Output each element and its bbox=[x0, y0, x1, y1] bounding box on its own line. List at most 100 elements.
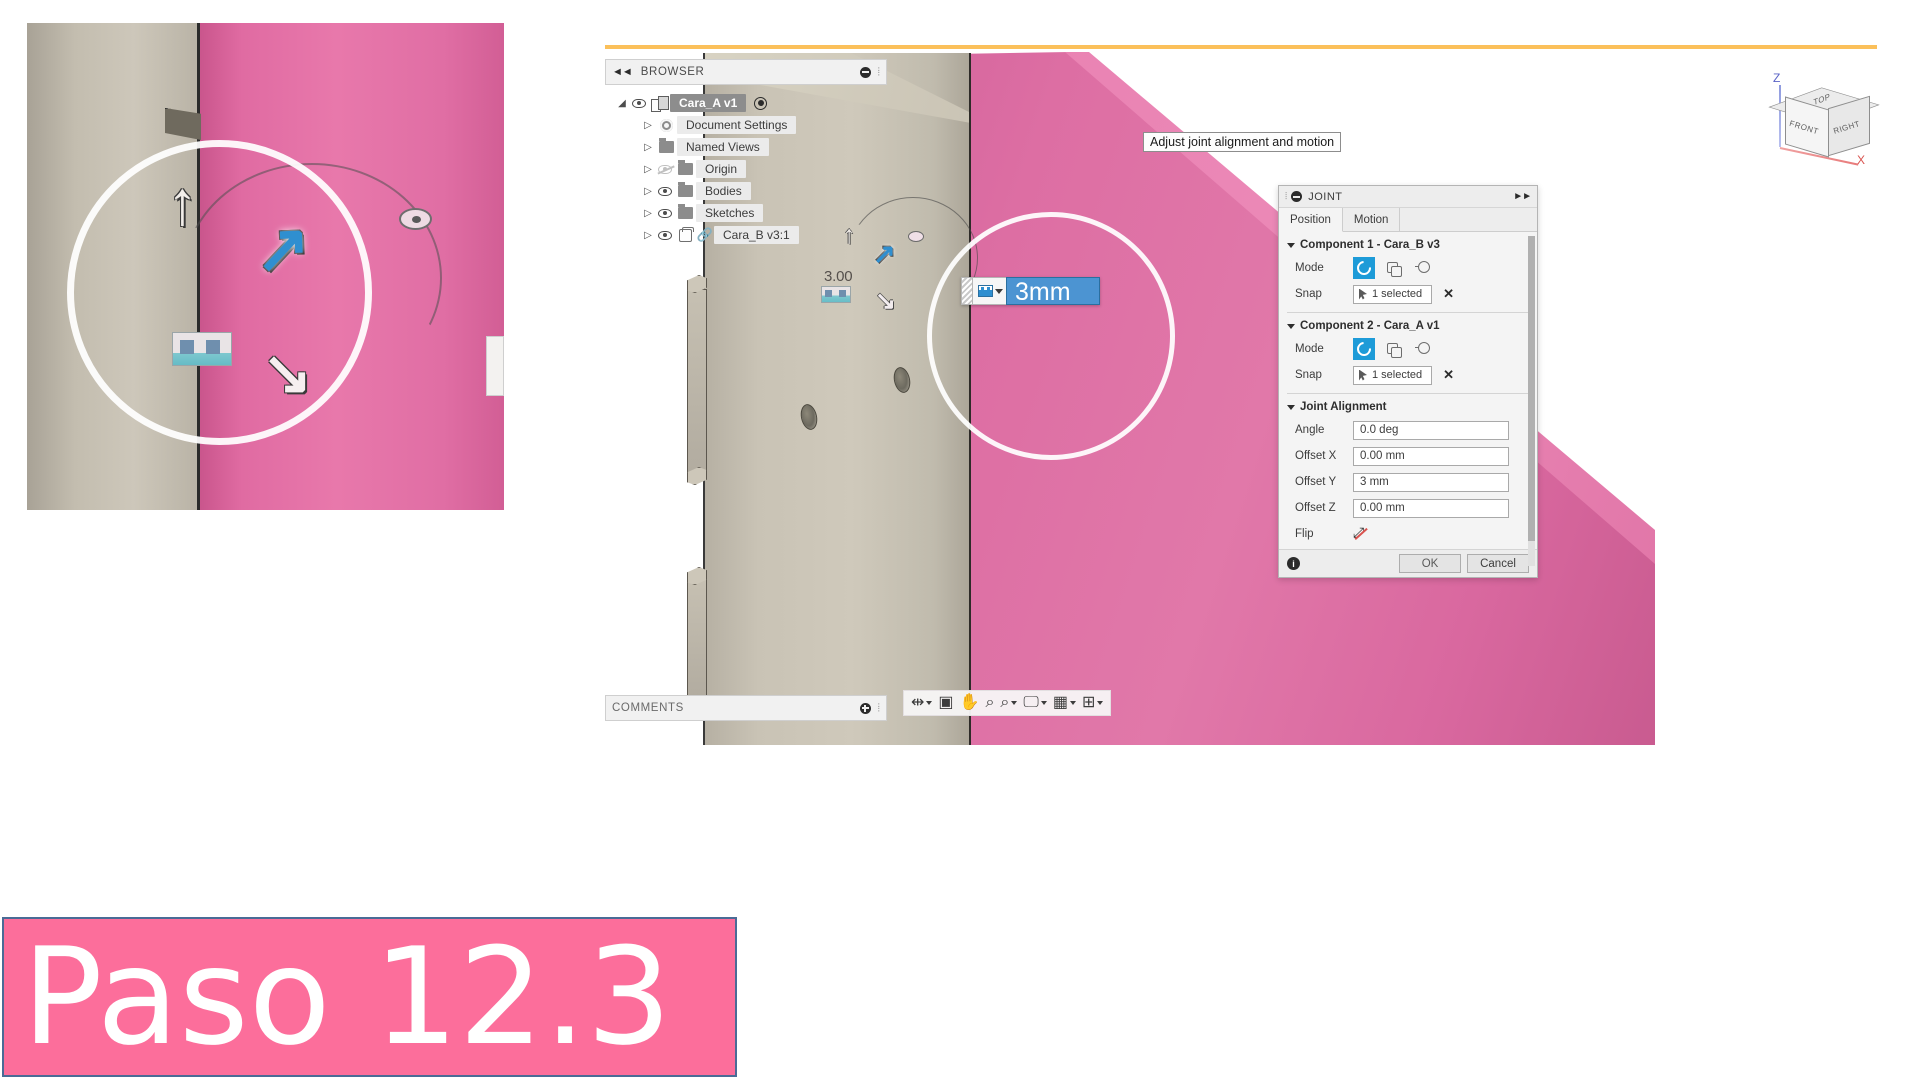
viewports-button[interactable]: ⊞ bbox=[1079, 691, 1106, 715]
dimension-input[interactable]: 3mm bbox=[1006, 277, 1100, 306]
tree-item-label: Cara_B v3:1 bbox=[714, 226, 799, 244]
snap-selection-text: 1 selected bbox=[1372, 288, 1423, 300]
mode-slider-button[interactable] bbox=[1411, 338, 1433, 360]
tree-item-bodies[interactable]: ▷ Bodies bbox=[605, 180, 887, 202]
angle-label: Angle bbox=[1295, 424, 1325, 436]
component2-snap-selection[interactable]: 1 selected bbox=[1353, 365, 1433, 385]
detail-highlight-circle bbox=[67, 140, 372, 445]
fit-button[interactable]: ⌕ bbox=[997, 691, 1020, 715]
visibility-eye-icon[interactable] bbox=[629, 98, 648, 108]
mode-rigid-button[interactable] bbox=[1353, 338, 1375, 360]
offset-y-input[interactable]: 3 mm bbox=[1353, 472, 1509, 492]
pan-button[interactable]: ✋ bbox=[957, 691, 983, 715]
chevron-down-icon[interactable] bbox=[1069, 701, 1076, 705]
visibility-eye-off-icon[interactable] bbox=[655, 164, 674, 174]
pan-icon: ✋ bbox=[959, 694, 980, 711]
chevron-down-icon[interactable] bbox=[1040, 701, 1047, 705]
component1-mode-row: Mode bbox=[1279, 255, 1537, 281]
view-cube[interactable]: Z X TOP FRONT RIGHT bbox=[1768, 65, 1891, 170]
component2-section-header[interactable]: Component 2 - Cara_A v1 bbox=[1279, 313, 1537, 336]
activate-component-radio[interactable] bbox=[754, 96, 768, 110]
twisty-icon[interactable]: ▷ bbox=[641, 230, 655, 241]
mode-revolute-button[interactable] bbox=[1382, 338, 1404, 360]
twisty-icon[interactable]: ▷ bbox=[641, 164, 655, 175]
scrollbar-thumb[interactable] bbox=[1528, 236, 1535, 541]
chevron-down-icon[interactable] bbox=[1097, 701, 1104, 705]
zoom-button[interactable]: ⌕ bbox=[982, 691, 997, 715]
info-icon[interactable]: i bbox=[1287, 557, 1300, 570]
detail-arrow-northeast-icon: ↗ bbox=[253, 210, 312, 286]
expand-right-icon[interactable]: ►► bbox=[1513, 191, 1532, 202]
joint-origin-icon[interactable] bbox=[821, 286, 851, 303]
tree-item-origin[interactable]: ▷ Origin bbox=[605, 158, 887, 180]
finger-joint-tab bbox=[687, 289, 707, 474]
tree-item-cara-a[interactable]: ◢ Cara_A v1 bbox=[605, 92, 887, 114]
tree-item-named-views[interactable]: ▷ Named Views bbox=[605, 136, 887, 158]
tree-item-document-settings[interactable]: ▷ Document Settings bbox=[605, 114, 887, 136]
tab-position[interactable]: Position bbox=[1279, 208, 1343, 232]
clear-selection-button[interactable]: ✕ bbox=[1443, 286, 1454, 302]
chevron-down-icon[interactable] bbox=[1011, 701, 1018, 705]
joint-dialog-scrollbar[interactable] bbox=[1528, 236, 1535, 566]
collapse-left-icon[interactable]: ◄◄ bbox=[612, 66, 633, 78]
joint-arc-handle-icon[interactable] bbox=[908, 231, 924, 242]
linked-component-icon: 🔗 bbox=[696, 227, 714, 242]
angle-input[interactable]: 0.0 deg bbox=[1353, 420, 1509, 440]
folder-icon bbox=[674, 160, 696, 175]
joint-dialog-titlebar[interactable]: ⦙ JOINT ►► bbox=[1279, 186, 1537, 208]
look-at-button[interactable]: ▣ bbox=[935, 691, 956, 715]
tree-item-cara-b[interactable]: ▷ 🔗 Cara_B v3:1 bbox=[605, 224, 887, 246]
inline-dimension-editor[interactable]: 3mm bbox=[961, 277, 1100, 306]
joint-alignment-section-header[interactable]: Joint Alignment bbox=[1279, 394, 1537, 417]
clear-selection-button[interactable]: ✕ bbox=[1443, 367, 1454, 383]
comments-panel[interactable]: COMMENTS ⦙ bbox=[605, 695, 887, 721]
browser-header: ◄◄ BROWSER ⦙ bbox=[605, 59, 887, 85]
visibility-eye-icon[interactable] bbox=[655, 208, 674, 218]
twisty-icon[interactable]: ▷ bbox=[641, 120, 655, 131]
offset-y-row: Offset Y 3 mm bbox=[1279, 469, 1537, 495]
tab-filler bbox=[1400, 208, 1537, 231]
grid-snaps-button[interactable]: ▦ bbox=[1050, 691, 1079, 715]
dimension-type-button[interactable] bbox=[972, 277, 1006, 305]
component1-snap-selection[interactable]: 1 selected bbox=[1353, 284, 1433, 304]
cancel-button[interactable]: Cancel bbox=[1467, 554, 1529, 573]
offset-x-input[interactable]: 0.00 mm bbox=[1353, 446, 1509, 466]
comments-resize-grip[interactable]: ⦙ bbox=[878, 702, 880, 715]
dimension-drag-grip[interactable] bbox=[961, 277, 972, 305]
component-icon bbox=[648, 95, 670, 112]
offset-z-input[interactable]: 0.00 mm bbox=[1353, 498, 1509, 518]
joint-dialog-footer: i OK Cancel bbox=[1279, 549, 1537, 577]
tab-motion[interactable]: Motion bbox=[1343, 208, 1401, 231]
chevron-down-icon[interactable] bbox=[926, 701, 933, 705]
mode-rigid-button[interactable] bbox=[1353, 257, 1375, 279]
comments-add-icon[interactable] bbox=[859, 702, 871, 714]
twisty-icon[interactable]: ▷ bbox=[641, 142, 655, 153]
twisty-icon[interactable]: ▷ bbox=[641, 186, 655, 197]
browser-tree: ◢ Cara_A v1 ▷ Document Settings ▷ Named … bbox=[605, 85, 887, 246]
joint-arrow-southeast-icon[interactable]: ↘ bbox=[875, 289, 896, 314]
visibility-eye-icon[interactable] bbox=[655, 230, 674, 240]
flip-icon[interactable] bbox=[1353, 524, 1368, 541]
browser-minimize-icon[interactable] bbox=[859, 66, 871, 78]
display-settings-button[interactable]: 🖵 bbox=[1020, 691, 1049, 715]
mode-slider-button[interactable] bbox=[1411, 257, 1433, 279]
body-icon bbox=[674, 226, 696, 242]
visibility-eye-icon[interactable] bbox=[655, 186, 674, 196]
orbit-button[interactable]: ⇹ bbox=[908, 691, 935, 715]
axis-z-label: Z bbox=[1773, 71, 1781, 85]
tree-item-label: Named Views bbox=[677, 138, 769, 156]
mode-revolute-button[interactable] bbox=[1382, 257, 1404, 279]
browser-resize-grip[interactable]: ⦙ bbox=[878, 66, 880, 79]
offset-z-row: Offset Z 0.00 mm bbox=[1279, 495, 1537, 521]
tree-item-sketches[interactable]: ▷ Sketches bbox=[605, 202, 887, 224]
axis-z-line bbox=[1779, 85, 1781, 147]
twisty-icon[interactable]: ▷ bbox=[641, 208, 655, 219]
browser-title: BROWSER bbox=[640, 66, 705, 78]
chevron-down-icon[interactable] bbox=[995, 288, 1003, 294]
twisty-icon[interactable]: ◢ bbox=[615, 98, 629, 109]
ok-button[interactable]: OK bbox=[1399, 554, 1461, 573]
dialog-drag-grip[interactable]: ⦙ bbox=[1285, 191, 1287, 202]
offset-z-label: Offset Z bbox=[1295, 502, 1336, 514]
dimension-icon bbox=[978, 285, 993, 297]
component1-section-header[interactable]: Component 1 - Cara_B v3 bbox=[1279, 232, 1537, 255]
